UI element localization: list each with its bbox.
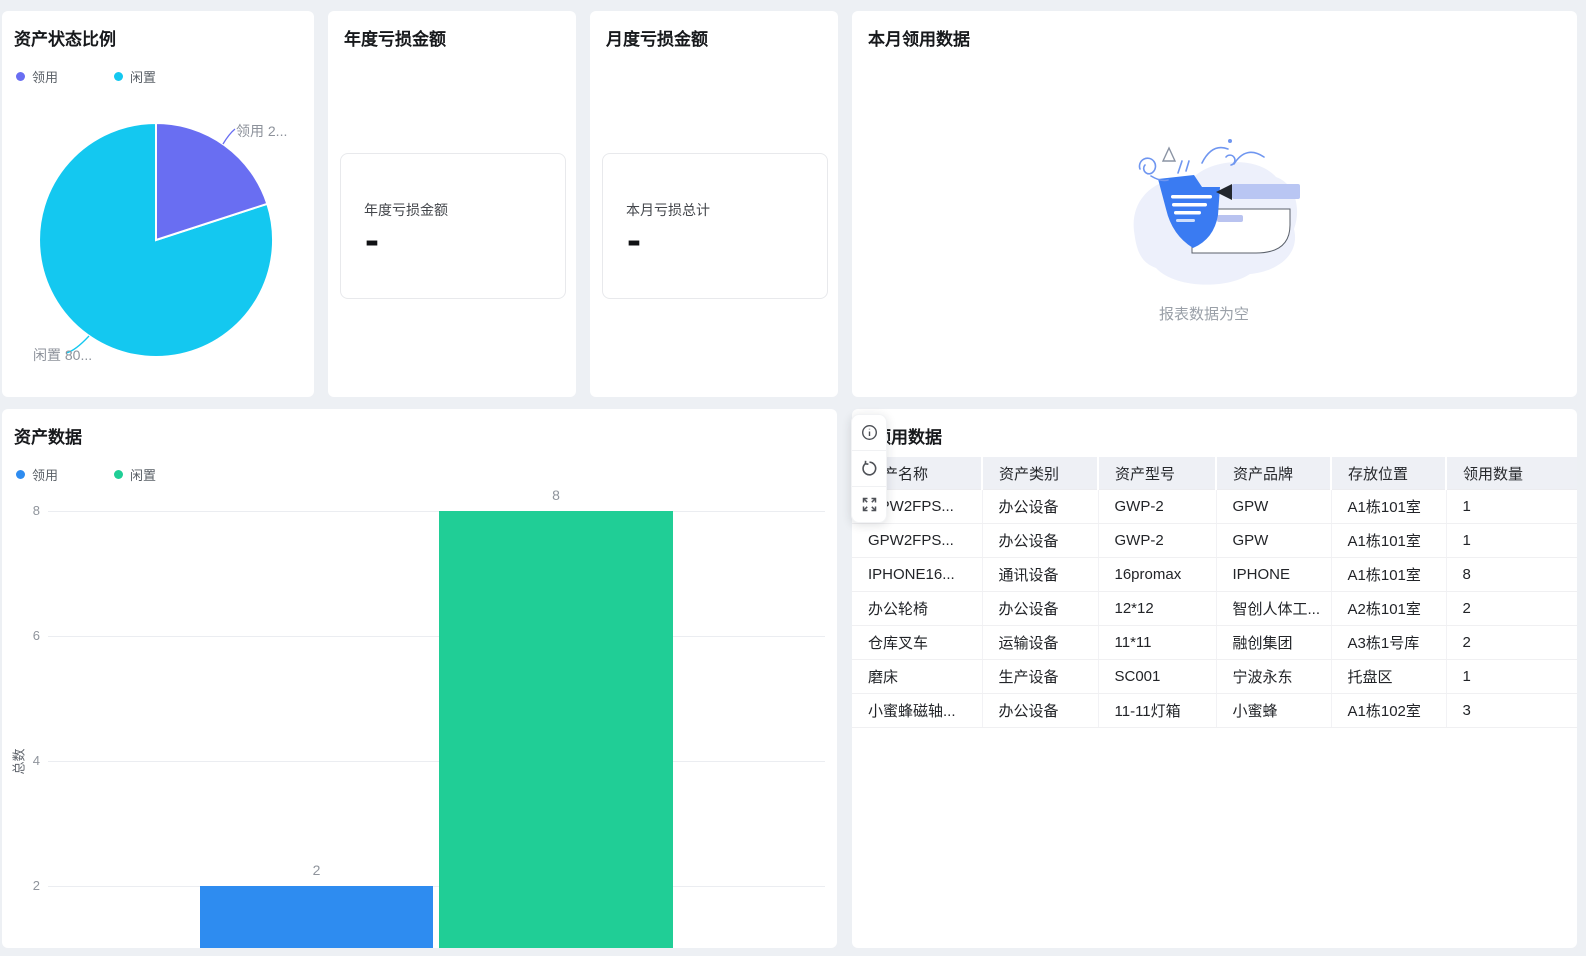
table-cell: A3栋1号库 <box>1331 626 1446 660</box>
column-header-storage-location: 存放位置 <box>1331 457 1446 490</box>
month-requisition-card: 本月领用数据 报表数据为空 <box>852 11 1577 397</box>
requisition-table-body: GPW2FPS...办公设备GWP-2GPWA1栋101室1GPW2FPS...… <box>852 490 1577 728</box>
table-cell: 办公轮椅 <box>852 592 982 626</box>
bar-value-label: 2 <box>200 862 433 878</box>
y-axis-tick: 8 <box>2 503 40 518</box>
requisition-data-card: 领用数据 资产名称 资产类别 资产型号 资产品牌 存放位置 领用数量 GPW2F… <box>852 409 1577 948</box>
card-title-monthly-loss: 月度亏损金额 <box>606 25 708 50</box>
bar-闲置 <box>439 511 673 948</box>
table-cell: A1栋102室 <box>1331 694 1446 728</box>
column-header-asset-brand: 资产品牌 <box>1216 457 1331 490</box>
table-row: IPHONE16...通讯设备16promaxIPHONEA1栋101室8 <box>852 558 1577 592</box>
table-row: 仓库叉车运输设备11*11融创集团A3栋1号库2 <box>852 626 1577 660</box>
table-cell: 16promax <box>1098 558 1216 592</box>
annual-loss-metric-box: 年度亏损金额 - <box>340 153 566 299</box>
monthly-loss-metric-box: 本月亏损总计 - <box>602 153 828 299</box>
bar-领用 <box>200 886 433 948</box>
table-cell: 托盘区 <box>1331 660 1446 694</box>
refresh-icon <box>861 460 878 477</box>
card-title-annual-loss: 年度亏损金额 <box>344 25 446 50</box>
table-cell: 8 <box>1446 558 1577 592</box>
table-cell: A2栋101室 <box>1331 592 1446 626</box>
table-cell: 小蜜蜂磁轴... <box>852 694 982 728</box>
y-axis-tick: 6 <box>2 628 40 643</box>
table-cell: 2 <box>1446 592 1577 626</box>
table-cell: GPW <box>1216 490 1331 524</box>
table-cell: 1 <box>1446 524 1577 558</box>
table-row: GPW2FPS...办公设备GWP-2GPWA1栋101室1 <box>852 490 1577 524</box>
table-cell: 仓库叉车 <box>852 626 982 660</box>
monthly-loss-metric-value: - <box>627 230 641 250</box>
fullscreen-icon <box>861 496 878 513</box>
monthly-loss-card: 月度亏损金额 本月亏损总计 - <box>590 11 838 397</box>
table-cell: 宁波永东 <box>1216 660 1331 694</box>
table-cell: 办公设备 <box>982 592 1098 626</box>
pie-callout-label-xianzhi: 闲置 80... <box>33 345 92 365</box>
gridline <box>48 636 825 637</box>
card-title-month-requisition: 本月领用数据 <box>868 25 970 50</box>
bar-value-label: 8 <box>439 487 673 503</box>
pie-callout-label-lingyong: 领用 2... <box>236 121 287 141</box>
refresh-button[interactable] <box>852 450 886 486</box>
table-cell: A1栋101室 <box>1331 524 1446 558</box>
table-row: GPW2FPS...办公设备GWP-2GPWA1栋101室1 <box>852 524 1577 558</box>
requisition-table: 资产名称 资产类别 资产型号 资产品牌 存放位置 领用数量 GPW2FPS...… <box>852 457 1577 728</box>
annual-loss-metric-value: - <box>365 230 379 250</box>
column-header-asset-category: 资产类别 <box>982 457 1098 490</box>
table-cell: 办公设备 <box>982 524 1098 558</box>
pie-chart <box>2 11 314 397</box>
pie-callout-line-0 <box>223 129 235 144</box>
dashboard-page: 资产状态比例 领用闲置 领用 2... 闲置 80... 年度亏损金额 年度亏损… <box>0 0 1586 956</box>
empty-state-illustration <box>1122 135 1307 295</box>
table-cell: GPW2FPS... <box>852 524 982 558</box>
table-cell: SC001 <box>1098 660 1216 694</box>
info-icon <box>861 424 878 441</box>
y-axis-tick: 4 <box>2 753 40 768</box>
table-cell: GPW <box>1216 524 1331 558</box>
table-cell: 11-11灯箱 <box>1098 694 1216 728</box>
table-cell: A1栋101室 <box>1331 558 1446 592</box>
bar-plot: 2 4 6 8 2 8 <box>2 409 837 948</box>
gridline <box>48 511 825 512</box>
table-header-row: 资产名称 资产类别 资产型号 资产品牌 存放位置 领用数量 <box>852 457 1577 490</box>
y-axis-tick: 2 <box>2 878 40 893</box>
table-cell: 11*11 <box>1098 626 1216 660</box>
table-cell: 2 <box>1446 626 1577 660</box>
table-cell: GWP-2 <box>1098 524 1216 558</box>
table-cell: 1 <box>1446 660 1577 694</box>
fullscreen-button[interactable] <box>852 486 886 522</box>
column-header-requisition-qty: 领用数量 <box>1446 457 1577 490</box>
column-header-asset-model: 资产型号 <box>1098 457 1216 490</box>
chart-toolbar <box>851 414 887 523</box>
table-row: 磨床生产设备SC001宁波永东托盘区1 <box>852 660 1577 694</box>
gridline <box>48 886 825 887</box>
table-cell: 融创集团 <box>1216 626 1331 660</box>
table-cell: GWP-2 <box>1098 490 1216 524</box>
table-cell: 1 <box>1446 490 1577 524</box>
pencil-body <box>1232 184 1300 199</box>
table-cell: 办公设备 <box>982 490 1098 524</box>
asset-status-ratio-card: 资产状态比例 领用闲置 领用 2... 闲置 80... <box>2 11 314 397</box>
table-cell: 生产设备 <box>982 660 1098 694</box>
table-row: 小蜜蜂磁轴...办公设备11-11灯箱小蜜蜂A1栋102室3 <box>852 694 1577 728</box>
table-cell: 小蜜蜂 <box>1216 694 1331 728</box>
annual-loss-card: 年度亏损金额 年度亏损金额 - <box>328 11 576 397</box>
table-cell: 办公设备 <box>982 694 1098 728</box>
table-cell: 运输设备 <box>982 626 1098 660</box>
table-row: 办公轮椅办公设备12*12智创人体工...A2栋101室2 <box>852 592 1577 626</box>
table-cell: 磨床 <box>852 660 982 694</box>
table-cell: A1栋101室 <box>1331 490 1446 524</box>
empty-state-text: 报表数据为空 <box>854 303 1554 324</box>
gridline <box>48 761 825 762</box>
asset-data-card: 资产数据 领用闲置 总数 246828 <box>2 409 837 948</box>
table-cell: 通讯设备 <box>982 558 1098 592</box>
table-cell: 3 <box>1446 694 1577 728</box>
info-button[interactable] <box>852 415 886 450</box>
table-cell: IPHONE <box>1216 558 1331 592</box>
table-cell: 智创人体工... <box>1216 592 1331 626</box>
table-cell: IPHONE16... <box>852 558 982 592</box>
table-cell: 12*12 <box>1098 592 1216 626</box>
